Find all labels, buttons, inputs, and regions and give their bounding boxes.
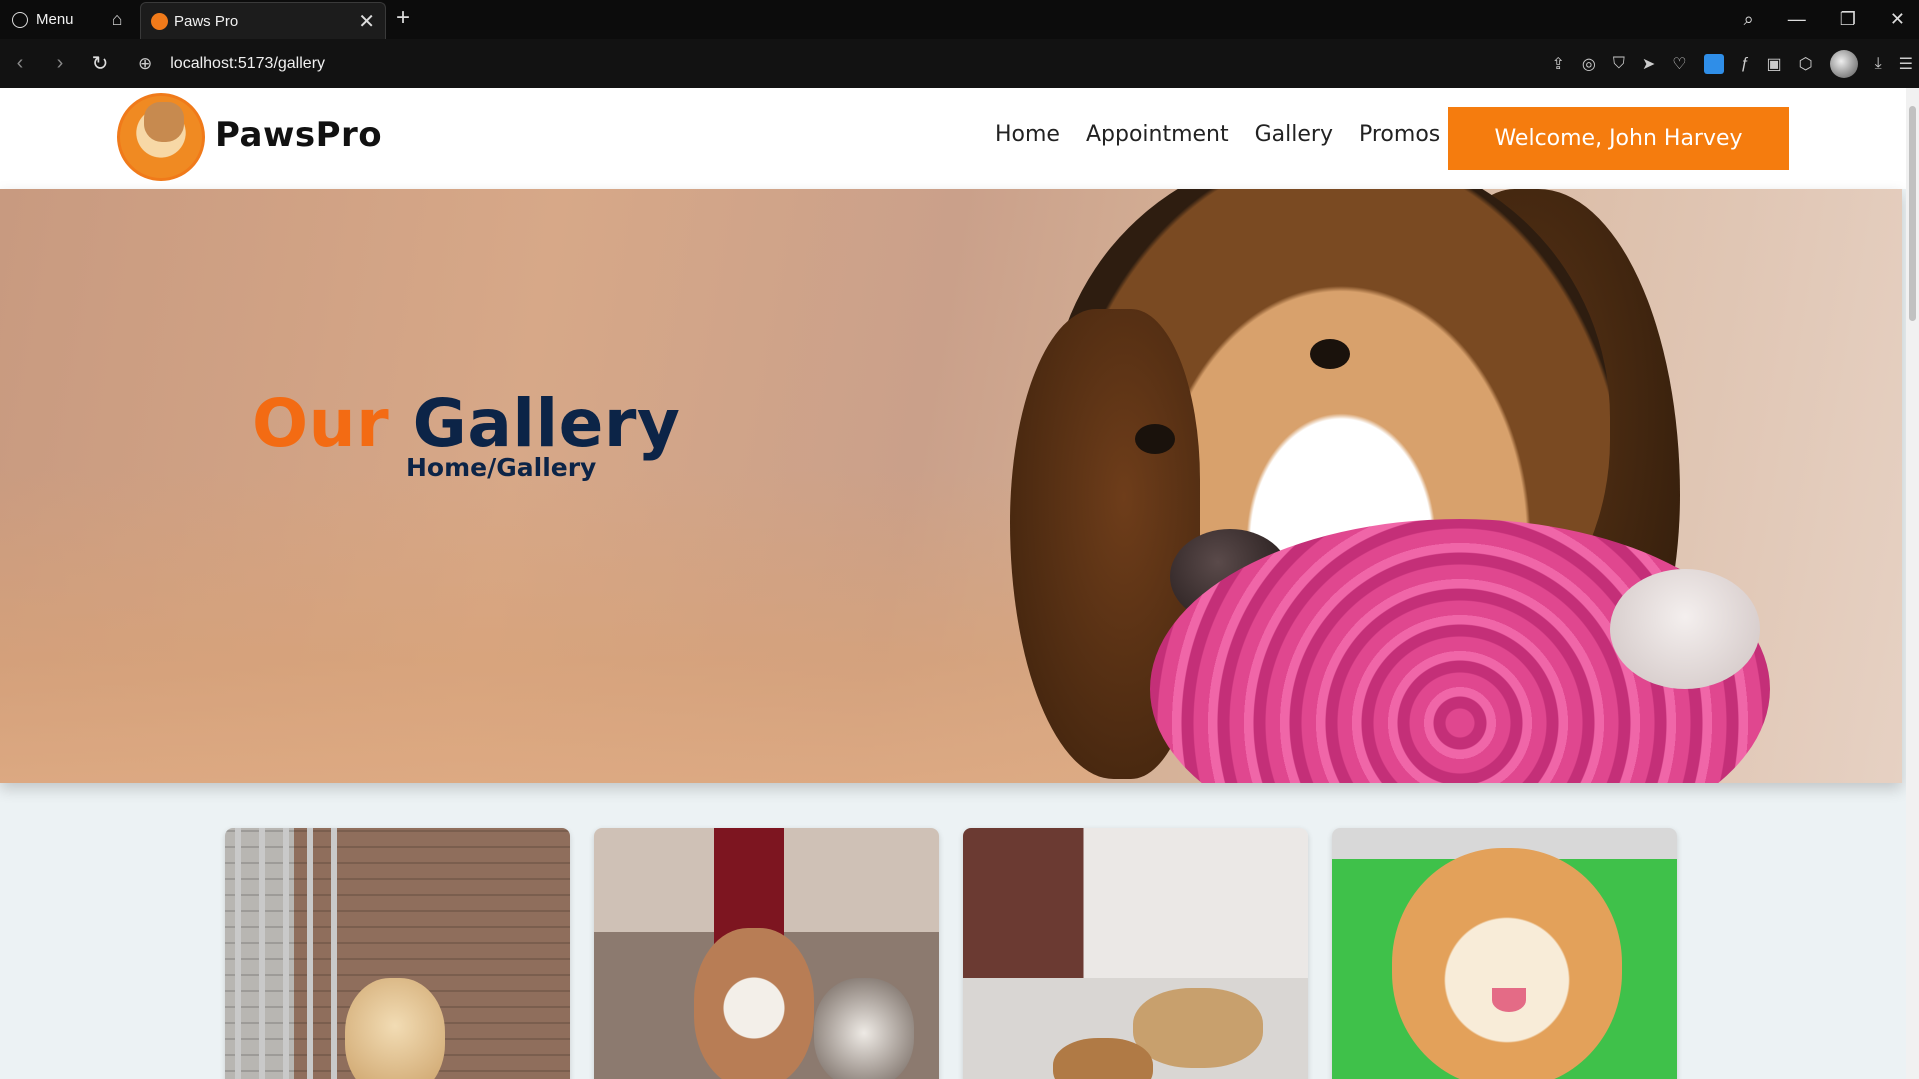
puppy-eye-left <box>1135 424 1175 454</box>
window-controls: ⌕ — ❐ ✕ <box>1744 0 1919 39</box>
hero-banner: Our Gallery Home/Gallery <box>0 189 1902 783</box>
browser-tab-bar: Menu ⌂ Paws Pro ✕ + ⌕ — ❐ ✕ <box>0 0 1919 39</box>
main-nav: Home Appointment Gallery Promos <box>995 122 1440 147</box>
minimize-icon[interactable]: — <box>1788 9 1806 30</box>
restore-icon[interactable]: ❐ <box>1840 9 1856 30</box>
browser-tab-active[interactable]: Paws Pro ✕ <box>140 2 386 39</box>
gallery-card-floor-dogs[interactable] <box>963 828 1308 1079</box>
paws-favicon-icon <box>151 12 168 30</box>
back-icon[interactable]: ‹ <box>0 52 40 75</box>
gallery-grid <box>225 828 1677 1079</box>
page-viewport: PawsPro Home Appointment Gallery Promos … <box>0 88 1906 1079</box>
husky-puppy <box>694 928 814 1079</box>
nav-promos[interactable]: Promos <box>1359 122 1440 147</box>
page-title-accent: Our <box>252 385 390 462</box>
browser-menu-button[interactable]: Menu <box>0 11 92 28</box>
downloads-icon[interactable]: ⤓ <box>1875 55 1882 73</box>
gallery-card-husky[interactable] <box>594 828 939 1079</box>
shield-icon[interactable]: ⛉ <box>1613 55 1625 73</box>
gallery-card-pomeranian[interactable] <box>1332 828 1677 1079</box>
browser-menu-label: Menu <box>36 11 74 28</box>
pomeranian-tongue <box>1492 988 1526 1012</box>
share-icon[interactable]: ⇪ <box>1551 54 1564 74</box>
address-bar: ‹ › ↻ ⊕ localhost:5173/gallery ⇪ ◎ ⛉ ➤ ♡… <box>0 39 1919 88</box>
hero-background-floor <box>0 469 1100 783</box>
lying-dog <box>1133 988 1263 1068</box>
url-field[interactable]: localhost:5173/gallery <box>170 55 325 73</box>
nav-gallery[interactable]: Gallery <box>1255 122 1333 147</box>
font-extension-icon[interactable]: ƒ <box>1741 55 1750 73</box>
site-info-icon[interactable]: ⊕ <box>138 54 152 74</box>
send-icon[interactable]: ➤ <box>1642 54 1655 74</box>
screenshot-icon[interactable]: ▣ <box>1766 54 1781 74</box>
profile-avatar[interactable] <box>1829 49 1858 78</box>
pomeranian <box>1392 848 1622 1079</box>
nav-appointment[interactable]: Appointment <box>1086 122 1229 147</box>
opera-logo-icon <box>12 11 28 28</box>
gamepad-icon[interactable]: ⌂ <box>92 9 142 30</box>
stair-railing <box>235 828 355 1079</box>
page-scrollbar[interactable] <box>1906 88 1919 1079</box>
breadcrumb: Home/Gallery <box>406 453 597 482</box>
tab-title: Paws Pro <box>174 12 239 30</box>
site-header: PawsPro Home Appointment Gallery Promos … <box>0 88 1906 189</box>
page-title-main: Gallery <box>412 385 681 462</box>
shih-tzu <box>814 978 914 1079</box>
easy-setup-icon[interactable]: ☰ <box>1899 54 1913 74</box>
forward-icon[interactable]: › <box>40 52 80 75</box>
download-extension-icon[interactable] <box>1703 53 1724 74</box>
reload-icon[interactable]: ↻ <box>80 51 120 76</box>
close-tab-icon[interactable]: ✕ <box>358 9 375 34</box>
search-tabs-icon[interactable]: ⌕ <box>1744 9 1754 30</box>
heart-icon[interactable]: ♡ <box>1672 54 1686 74</box>
shiba-dog <box>1053 1038 1153 1079</box>
cube-icon[interactable]: ⬡ <box>1799 54 1813 74</box>
page-title: Our Gallery <box>252 385 680 462</box>
new-tab-icon[interactable]: + <box>396 4 410 32</box>
gallery-card-golden-retriever[interactable] <box>225 828 570 1079</box>
puppy-eye-right <box>1310 339 1350 369</box>
camera-icon[interactable]: ◎ <box>1582 54 1596 74</box>
close-window-icon[interactable]: ✕ <box>1890 9 1905 30</box>
golden-retriever <box>345 978 445 1079</box>
logo-dog-icon <box>144 102 184 142</box>
puppy-paw <box>1610 569 1760 689</box>
pawspro-logo[interactable] <box>117 93 205 181</box>
brand-name[interactable]: PawsPro <box>215 115 382 155</box>
welcome-user-button[interactable]: Welcome, John Harvey <box>1448 107 1789 170</box>
extension-toolbar: ⇪ ◎ ⛉ ➤ ♡ ƒ ▣ ⬡ ⤓ ☰ <box>1551 39 1913 88</box>
nav-home[interactable]: Home <box>995 122 1060 147</box>
scrollbar-thumb[interactable] <box>1909 106 1916 321</box>
